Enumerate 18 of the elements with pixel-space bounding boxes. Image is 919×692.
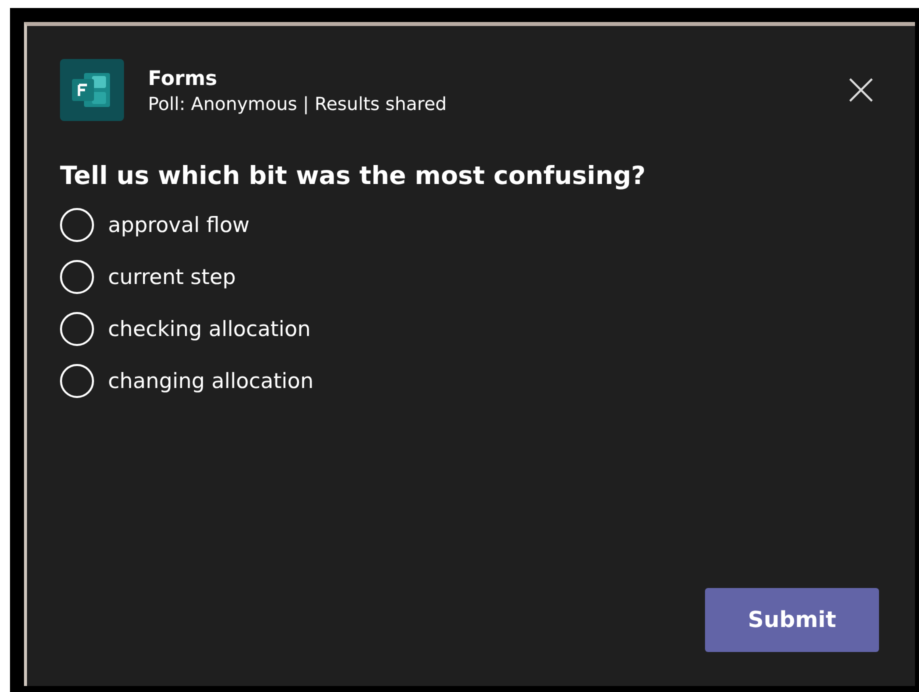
question-text: Tell us which bit was the most confusing? xyxy=(60,161,647,190)
radio-button[interactable] xyxy=(60,208,94,242)
radio-button[interactable] xyxy=(60,364,94,398)
radio-button[interactable] xyxy=(60,312,94,346)
option-label: checking allocation xyxy=(108,317,311,341)
poll-option[interactable]: checking allocation xyxy=(60,312,311,346)
poll-option[interactable]: approval flow xyxy=(60,208,250,242)
option-label: approval flow xyxy=(108,213,250,237)
poll-subtitle: Poll: Anonymous | Results shared xyxy=(148,94,448,114)
radio-button[interactable] xyxy=(60,260,94,294)
submit-button[interactable]: Submit xyxy=(705,588,879,652)
close-icon[interactable] xyxy=(847,76,875,104)
forms-logo-icon xyxy=(60,59,124,121)
poll-option[interactable]: changing allocation xyxy=(60,364,314,398)
option-label: changing allocation xyxy=(108,369,314,393)
poll-option[interactable]: current step xyxy=(60,260,236,294)
app-name: Forms xyxy=(148,66,218,90)
option-label: current step xyxy=(108,265,236,289)
